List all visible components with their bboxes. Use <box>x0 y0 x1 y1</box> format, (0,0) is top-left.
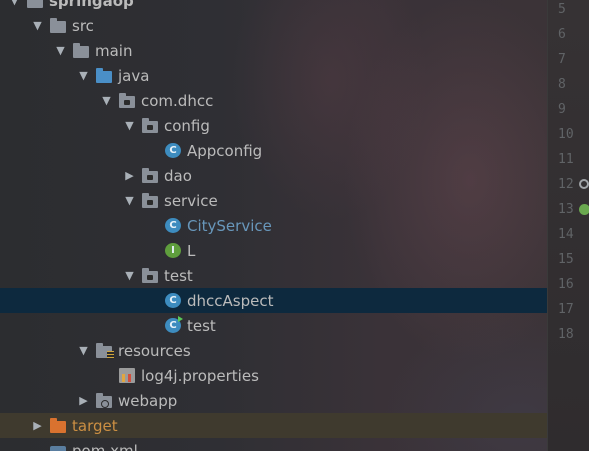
tree-row[interactable]: pom.xml <box>0 438 547 451</box>
line-number: 17 <box>558 302 574 317</box>
resources-folder-icon <box>96 342 114 359</box>
folder-icon <box>50 17 66 33</box>
tree-item-label: src <box>72 16 94 35</box>
tree-row[interactable]: ▼ springaop <box>0 0 547 13</box>
interface-icon: I <box>165 243 181 258</box>
package-icon <box>142 267 158 283</box>
line-number: 11 <box>558 152 574 167</box>
expand-arrow-icon[interactable]: ▼ <box>123 269 136 282</box>
tree-row[interactable]: Ctest <box>0 313 547 338</box>
line-number: 9 <box>558 102 566 117</box>
arrow-spacer <box>146 294 159 307</box>
tree-row[interactable]: log4j.properties <box>0 363 547 388</box>
expand-arrow-icon[interactable]: ▼ <box>77 69 90 82</box>
line-number: 16 <box>558 277 574 292</box>
tree-row[interactable]: CdhccAspect <box>0 288 547 313</box>
line-number: 14 <box>558 227 574 242</box>
tree-row[interactable]: ▶ dao <box>0 163 547 188</box>
tree-item-label: log4j.properties <box>141 366 259 385</box>
tree-row[interactable]: ▼ src <box>0 13 547 38</box>
tree-row[interactable]: C Appconfig <box>0 138 547 163</box>
tree-item-label: target <box>72 416 118 435</box>
tree-item-label: main <box>95 41 133 60</box>
line-number: 18 <box>558 327 574 342</box>
class-icon: C <box>165 143 181 158</box>
package-icon <box>142 117 158 133</box>
collapse-arrow-icon[interactable]: ▶ <box>123 169 136 182</box>
arrow-spacer <box>146 219 159 232</box>
tree-item-label: L <box>187 241 196 260</box>
search-icon[interactable] <box>579 179 589 189</box>
tree-item-label: dhccAspect <box>187 291 274 310</box>
arrow-spacer <box>146 244 159 257</box>
tree-item-label: java <box>118 66 150 85</box>
tree-row[interactable]: ▼ java <box>0 63 547 88</box>
tree-row[interactable]: ▼ resources <box>0 338 547 363</box>
web-folder-icon <box>96 392 112 408</box>
collapse-arrow-icon[interactable]: ▶ <box>31 419 44 432</box>
expand-arrow-icon[interactable]: ▼ <box>123 194 136 207</box>
runnable-class-icon: C <box>165 316 183 333</box>
tree-row[interactable]: ▼ com.dhcc <box>0 88 547 113</box>
class-icon: C <box>165 218 181 233</box>
line-number: 15 <box>558 252 574 267</box>
expand-arrow-icon[interactable]: ▼ <box>31 19 44 32</box>
line-number: 5 <box>558 2 566 17</box>
package-icon <box>142 192 158 208</box>
line-number: 12 <box>558 177 574 192</box>
tree-item-label: com.dhcc <box>141 91 214 110</box>
line-number: 7 <box>558 52 566 67</box>
class-icon: C <box>165 293 181 308</box>
line-number: 6 <box>558 27 566 42</box>
expand-arrow-icon[interactable]: ▼ <box>8 0 21 7</box>
tree-item-label: config <box>164 116 210 135</box>
arrow-spacer <box>146 144 159 157</box>
tree-item-label: springaop <box>49 0 134 10</box>
package-icon <box>142 167 158 183</box>
arrow-spacer <box>146 319 159 332</box>
tree-item-label: service <box>164 191 218 210</box>
line-number: 8 <box>558 77 566 92</box>
package-icon <box>119 92 135 108</box>
tree-item-label: test <box>164 266 193 285</box>
tree-row[interactable]: ▼ service <box>0 188 547 213</box>
tree-item-label: webapp <box>118 391 178 410</box>
folder-icon <box>73 42 89 58</box>
tree-item-label: test <box>187 316 216 335</box>
project-tree: ▼ springaop ▼ src ▼ main ▼ java ▼ com.dhcc ▼ config… <box>0 0 547 451</box>
expand-arrow-icon[interactable]: ▼ <box>123 119 136 132</box>
properties-file-icon <box>119 368 135 383</box>
tree-row[interactable]: ▼ config <box>0 113 547 138</box>
module-folder-icon <box>27 0 43 8</box>
collapse-arrow-icon[interactable]: ▶ <box>77 394 90 407</box>
editor-gutter: 5 6 7 8 9 10 11 12 13 14 15 16 17 18 <box>547 0 589 451</box>
line-number: 13 <box>558 202 574 217</box>
tree-item-label: CityService <box>187 216 272 235</box>
spring-leaf-icon[interactable] <box>579 204 589 215</box>
tree-item-label: Appconfig <box>187 141 263 160</box>
tree-row[interactable]: ▼ test <box>0 263 547 288</box>
tree-row[interactable]: IL <box>0 238 547 263</box>
arrow-spacer <box>31 444 44 451</box>
expand-arrow-icon[interactable]: ▼ <box>77 344 90 357</box>
expand-arrow-icon[interactable]: ▼ <box>100 94 113 107</box>
expand-arrow-icon[interactable]: ▼ <box>54 44 67 57</box>
tree-row[interactable]: ▶ webapp <box>0 388 547 413</box>
tree-item-label: resources <box>118 341 191 360</box>
tree-row[interactable]: ▶ target <box>0 413 547 438</box>
tree-item-label: dao <box>164 166 192 185</box>
tree-row[interactable]: C CityService <box>0 213 547 238</box>
source-folder-icon <box>96 67 112 83</box>
tree-row[interactable]: ▼ main <box>0 38 547 63</box>
tree-item-label: pom.xml <box>72 441 138 451</box>
excluded-folder-icon <box>50 417 66 433</box>
line-number: 10 <box>558 127 574 142</box>
arrow-spacer <box>100 369 113 382</box>
xml-file-icon <box>50 445 66 451</box>
